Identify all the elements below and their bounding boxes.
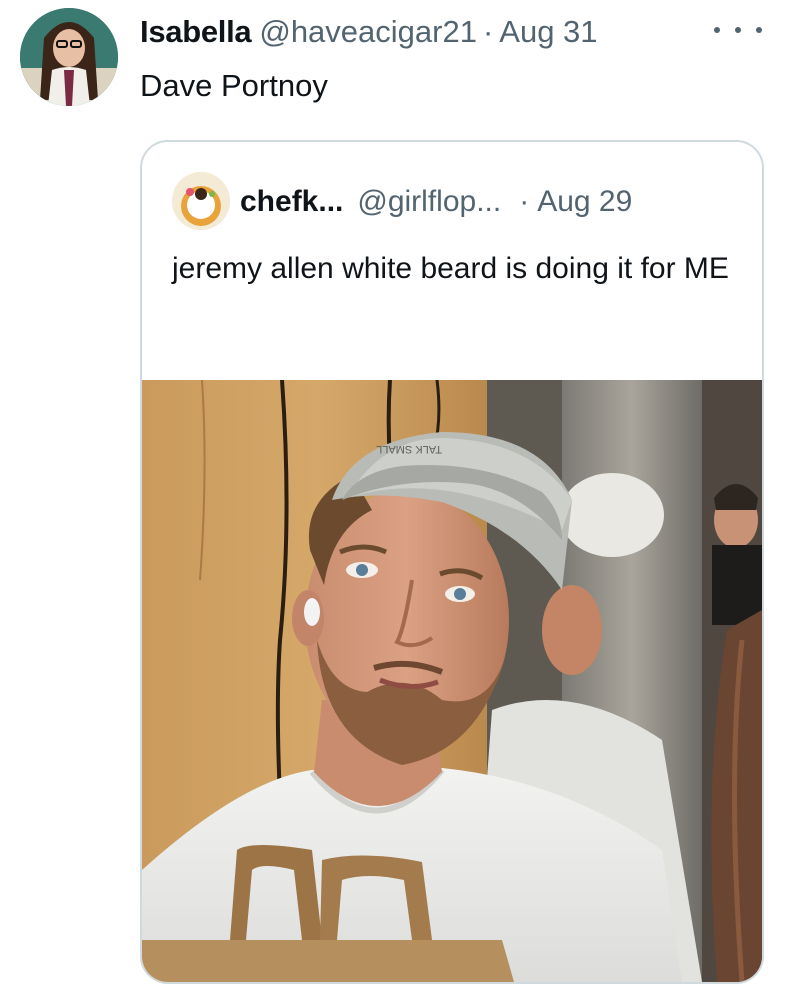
tweet[interactable]: Isabella @haveacigar21 · Aug 31 Dave Por… [0, 0, 800, 984]
author-handle[interactable]: @haveacigar21 [259, 14, 477, 50]
quoted-author-name[interactable]: chefk... [240, 185, 343, 219]
tweet-text: Dave Portnoy [140, 68, 328, 103]
quoted-tweet-photo[interactable]: TALK SMALL [142, 380, 762, 982]
quoted-author-handle[interactable]: @girlflop... [357, 185, 501, 219]
author-name[interactable]: Isabella [140, 14, 252, 50]
author-avatar[interactable] [20, 8, 118, 106]
quoted-header-separator: · [519, 185, 530, 218]
header-separator: · [482, 14, 494, 49]
cap-text: TALK SMALL [376, 443, 442, 455]
tweet-header: Isabella @haveacigar21 · Aug 31 [140, 12, 598, 52]
more-horizontal-icon[interactable] [714, 18, 762, 42]
quoted-tweet[interactable]: chefk... @girlflop... · Aug 29 jeremy al… [140, 140, 764, 984]
quoted-tweet-header: chefk... @girlflop... · Aug 29 [240, 184, 632, 220]
quoted-author-avatar[interactable] [172, 172, 230, 230]
tweet-date[interactable]: Aug 31 [499, 14, 597, 50]
quoted-tweet-text: jeremy allen white beard is doing it for… [172, 252, 729, 285]
quoted-tweet-date[interactable]: Aug 29 [537, 185, 632, 219]
